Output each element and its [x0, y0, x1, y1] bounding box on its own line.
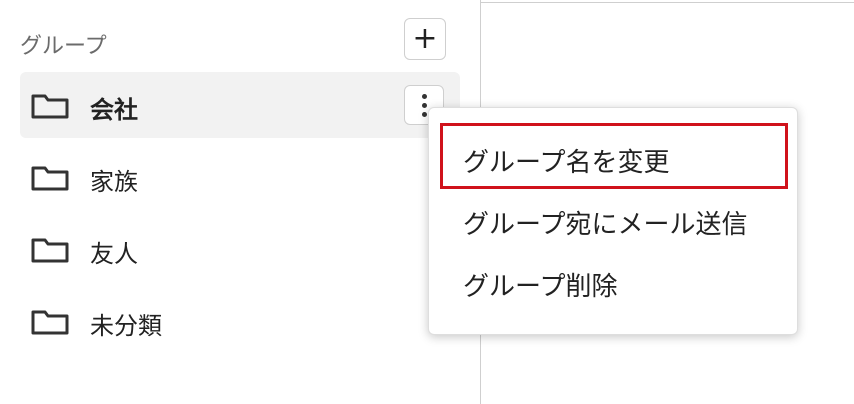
- add-group-button[interactable]: +: [404, 18, 446, 60]
- folder-icon: [31, 238, 69, 263]
- group-item-company[interactable]: 会社: [20, 72, 460, 138]
- folder-icon: [31, 166, 69, 191]
- group-label: 未分類: [90, 312, 162, 340]
- group-label: 会社: [90, 96, 138, 124]
- group-header: グループ: [20, 34, 107, 59]
- group-item-friends[interactable]: 友人: [20, 216, 460, 282]
- group-label: 家族: [90, 168, 138, 196]
- menu-item-delete-group[interactable]: グループ削除: [463, 266, 617, 303]
- sidebar: グループ + 会社 家族 友人 未分類: [0, 0, 480, 404]
- folder-icon: [31, 94, 69, 119]
- group-item-uncategorized[interactable]: 未分類: [20, 288, 460, 354]
- dot: [422, 103, 427, 108]
- dot: [422, 112, 427, 117]
- group-context-menu: グループ名を変更 グループ宛にメール送信 グループ削除: [428, 107, 798, 335]
- folder-icon: [31, 310, 69, 335]
- header-divider: [481, 2, 854, 3]
- group-label: 友人: [90, 240, 138, 268]
- menu-item-email-group[interactable]: グループ宛にメール送信: [463, 204, 747, 241]
- dot: [422, 94, 427, 99]
- group-item-family[interactable]: 家族: [20, 144, 460, 210]
- menu-item-rename-group[interactable]: グループ名を変更: [463, 142, 669, 179]
